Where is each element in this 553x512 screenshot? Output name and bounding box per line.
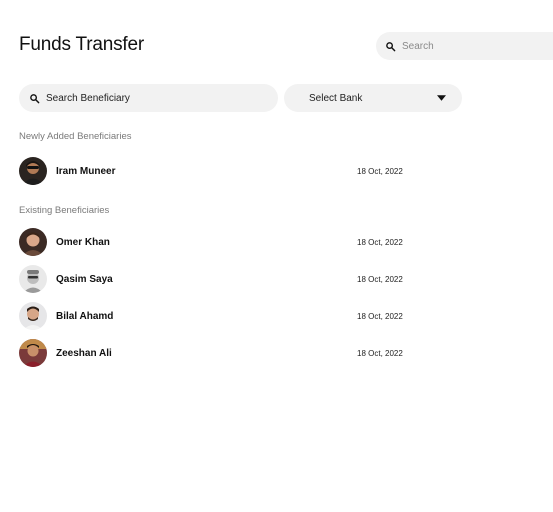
beneficiary-name: Qasim Saya [56,273,113,285]
beneficiary-name: Iram Muneer [56,165,116,177]
page-title: Funds Transfer [19,34,144,55]
beneficiary-row-bilal-ahamd[interactable]: Bilal Ahamd 18 Oct, 2022 [19,302,439,330]
beneficiary-row-zeeshan-ali[interactable]: Zeeshan Ali 18 Oct, 2022 [19,339,439,367]
caret-down-icon [437,95,446,101]
newly-added-section-title: Newly Added Beneficiaries [19,131,132,142]
beneficiary-date: 18 Oct, 2022 [357,166,403,176]
beneficiary-row-qasim-saya[interactable]: Qasim Saya 18 Oct, 2022 [19,265,439,293]
top-search-bar[interactable] [376,32,553,60]
avatar [19,265,47,293]
beneficiary-date: 18 Oct, 2022 [357,348,403,358]
select-bank-label: Select Bank [309,92,363,104]
beneficiary-search-input[interactable] [46,92,246,104]
avatar [19,339,47,367]
beneficiary-row-iram-muneer[interactable]: Iram Muneer 18 Oct, 2022 [19,157,439,185]
beneficiary-date: 18 Oct, 2022 [357,274,403,284]
avatar [19,302,47,330]
beneficiary-name: Bilal Ahamd [56,310,114,322]
select-bank-dropdown[interactable]: Select Bank [284,84,462,112]
search-icon [29,93,40,104]
funds-transfer-page: Funds Transfer Select Bank Newly Added B… [0,0,553,512]
beneficiary-date: 18 Oct, 2022 [357,237,403,247]
beneficiary-search-bar[interactable] [19,84,278,112]
beneficiary-name: Zeeshan Ali [56,347,112,359]
avatar [19,157,47,185]
search-icon [385,41,396,52]
beneficiary-date: 18 Oct, 2022 [357,311,403,321]
avatar [19,228,47,256]
beneficiary-row-omer-khan[interactable]: Omer Khan 18 Oct, 2022 [19,228,439,256]
top-search-input[interactable] [402,40,552,52]
existing-section-title: Existing Beneficiaries [19,205,110,216]
beneficiary-name: Omer Khan [56,236,110,248]
